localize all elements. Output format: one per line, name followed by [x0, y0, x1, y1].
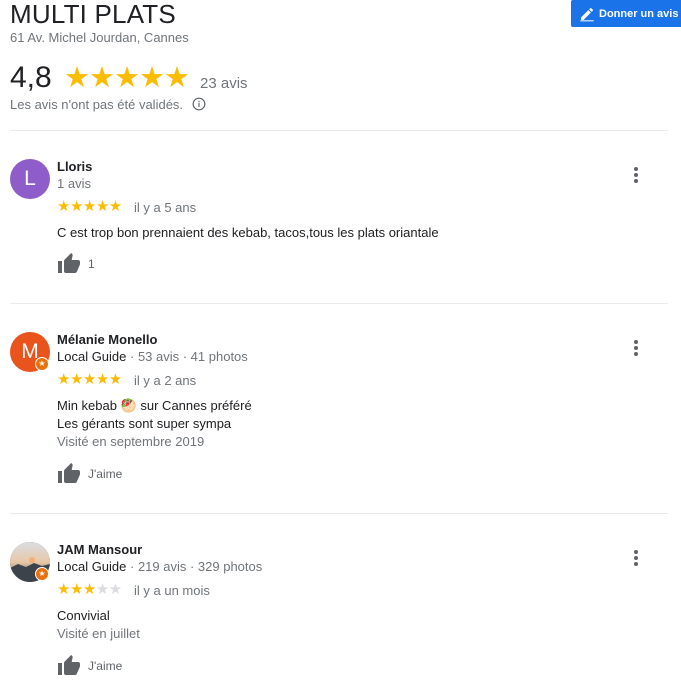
stars-filled: ★★★★★: [57, 198, 122, 215]
divider: [10, 303, 668, 304]
more-options-button[interactable]: [626, 165, 646, 185]
visit-date: Visité en juillet: [57, 626, 140, 641]
reviewer-meta: Local Guide · 53 avis · 41 photos: [57, 349, 248, 364]
review-stars: ★★★★★: [57, 582, 122, 598]
like-label: J'aime: [88, 467, 123, 481]
pencil-icon: [580, 7, 594, 21]
local-guide-label: Local Guide: [57, 349, 127, 364]
thumbs-up-icon: [58, 655, 80, 675]
reviewer-name[interactable]: JAM Mansour: [57, 542, 142, 557]
write-review-label: Donner un avis: [599, 7, 679, 20]
place-address: 61 Av. Michel Jourdan, Cannes: [10, 30, 189, 45]
local-guide-badge-icon: ★: [35, 357, 49, 371]
like-label: J'aime: [88, 659, 123, 673]
like-button[interactable]: 1: [57, 252, 95, 276]
more-vert-icon: [634, 167, 638, 183]
more-vert-icon: [634, 340, 638, 356]
thumbs-up-icon: [58, 463, 80, 483]
review-date: il y a 5 ans: [134, 200, 197, 215]
local-guide-badge-icon: ★: [35, 567, 49, 581]
review-date: il y a 2 ans: [134, 373, 197, 388]
reviewer-name[interactable]: Lloris: [57, 159, 92, 174]
rating-value: 4,8: [10, 61, 52, 94]
review-stars: ★★★★★: [57, 199, 122, 215]
more-vert-icon: [634, 550, 638, 566]
visit-date: Visité en septembre 2019: [57, 434, 205, 449]
review-text: Convivial: [57, 608, 110, 623]
reviewer-stats: · 53 avis · 41 photos: [126, 349, 248, 364]
reviewer-stats: · 219 avis · 329 photos: [126, 559, 263, 574]
like-button[interactable]: J'aime: [57, 462, 122, 486]
stars-empty: ★★: [95, 581, 122, 598]
review-text-line: Min kebab 🥙 sur Cannes préféré: [57, 398, 252, 413]
more-options-button[interactable]: [626, 338, 646, 358]
divider: [10, 513, 668, 514]
rating-stars: ★★★★★: [64, 62, 190, 94]
avatar[interactable]: L: [10, 159, 50, 199]
stars-filled: ★★★: [57, 581, 96, 598]
review-count[interactable]: 23 avis: [200, 75, 248, 92]
review-date: il y a un mois: [134, 583, 210, 598]
thumbs-up-icon: [58, 253, 80, 273]
more-options-button[interactable]: [626, 548, 646, 568]
avatar-initial: L: [24, 167, 36, 190]
review-stars: ★★★★★: [57, 372, 122, 388]
place-title: MULTI PLATS: [10, 0, 176, 29]
review-text-line: Les gérants sont super sympa: [57, 416, 232, 431]
write-review-button[interactable]: Donner un avis: [571, 0, 681, 27]
reviewer-meta: 1 avis: [57, 176, 91, 191]
review-text: C est trop bon prennaient des kebab, tac…: [57, 225, 439, 240]
info-icon[interactable]: [192, 97, 206, 111]
reviewer-meta: Local Guide · 219 avis · 329 photos: [57, 559, 262, 574]
reviews-disclaimer: Les avis n'ont pas été validés.: [10, 97, 184, 112]
reviewer-name[interactable]: Mélanie Monello: [57, 332, 157, 347]
stars-filled: ★★★★★: [57, 371, 122, 388]
local-guide-label: Local Guide: [57, 559, 127, 574]
like-button[interactable]: J'aime: [57, 654, 122, 678]
divider: [10, 130, 668, 131]
like-count: 1: [88, 257, 95, 271]
